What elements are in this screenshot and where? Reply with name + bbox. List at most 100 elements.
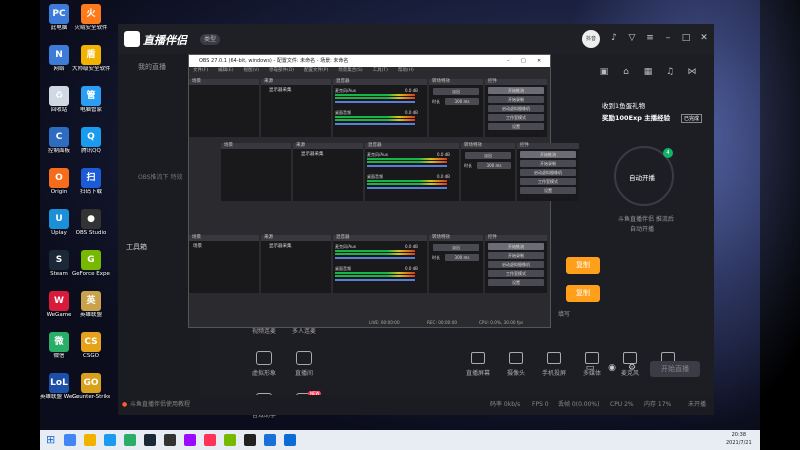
duration-input[interactable]: 300 ms	[445, 98, 479, 105]
obs-control-button[interactable]: 工作室模式	[488, 114, 544, 121]
obs-db-value: 0.0 dB	[437, 152, 450, 157]
obs-menu-item[interactable]: 配置文件(P)	[304, 68, 328, 73]
obs-menu-item[interactable]: 停靠部件(D)	[269, 68, 294, 73]
obs-menu-item[interactable]: 编辑(E)	[218, 68, 233, 73]
obs-close-icon[interactable]: ✕	[537, 55, 541, 67]
desktop-icon[interactable]: GGeForce Experience	[72, 250, 110, 277]
close-icon[interactable]: ✕	[698, 32, 710, 44]
obs-db-value: 0.0 dB	[405, 266, 418, 271]
obs-control-button[interactable]: 设置	[488, 123, 544, 130]
minimize-icon[interactable]: –	[662, 32, 674, 44]
desktop-icon[interactable]: 火火绒安全软件	[72, 4, 110, 31]
obs-maximize-icon[interactable]: □	[521, 55, 526, 67]
obs-status-bar: LIVE: 00:00:00 REC: 00:00:00 CPU: 0.0%, …	[189, 318, 550, 327]
share-icon[interactable]: ⋈	[686, 66, 698, 78]
obs-dock-panel: 来源 显示器采集	[293, 143, 363, 201]
obs-scene-item[interactable]: 场景	[193, 243, 202, 249]
duration-input[interactable]: 300 ms	[477, 162, 511, 169]
obs-control-button[interactable]: 工作室模式	[520, 178, 576, 185]
go-live-button[interactable]: 开始直播	[650, 361, 700, 377]
obs-control-button[interactable]: 开始推流	[488, 87, 544, 94]
windows-start-icon[interactable]: ⊞	[46, 434, 58, 446]
desktop-icon[interactable]: 盾大师级安全软件	[72, 45, 110, 72]
copy-button-2[interactable]: 复制	[566, 285, 600, 302]
volume-slider[interactable]	[335, 257, 415, 259]
my-live-tab[interactable]: 我的直播	[138, 62, 166, 72]
taskbar-app-icon[interactable]	[244, 434, 256, 446]
obs-control-button[interactable]: 设置	[488, 279, 544, 286]
desktop-icon[interactable]: GOCounter-Strike Global Off...	[72, 373, 110, 400]
volume-slider[interactable]	[335, 101, 415, 103]
source-button[interactable]: 手机投屏	[534, 352, 574, 377]
volume-slider[interactable]	[335, 123, 415, 125]
desktop-icon[interactable]: 管电脑管家	[72, 86, 110, 113]
desktop-icon[interactable]: CS CSGO	[72, 332, 110, 359]
taskbar-clock[interactable]: 20:38 2021/7/21	[726, 431, 752, 447]
pin-icon[interactable]: ▽	[626, 32, 638, 44]
volume-slider[interactable]	[367, 187, 447, 189]
source-label: 手机投屏	[541, 370, 566, 377]
notification-icon[interactable]: ♫	[664, 66, 676, 78]
taskbar-app-icon[interactable]	[264, 434, 276, 446]
taskbar-app-icon[interactable]	[84, 434, 96, 446]
tutorial-link[interactable]: 斗鱼直播伴侣使用教程	[130, 395, 190, 415]
volume-slider[interactable]	[367, 165, 447, 167]
taskbar-app-icon[interactable]	[104, 434, 116, 446]
record-icon[interactable]: ▭	[584, 362, 596, 374]
obs-control-button[interactable]: 启动虚拟摄像机	[488, 105, 544, 112]
settings-icon[interactable]: ⚙	[626, 362, 638, 374]
gift-line-2: 奖励100Exp 主播经验	[602, 114, 671, 122]
obs-control-button[interactable]: 开始推流	[520, 151, 576, 158]
avatar[interactable]: 抖音	[582, 30, 600, 48]
obs-source-item[interactable]: 显示器采集	[301, 151, 324, 157]
obs-control-button[interactable]: 启动虚拟摄像机	[488, 261, 544, 268]
taskbar-app-icon[interactable]	[124, 434, 136, 446]
menu-icon[interactable]: ≡	[644, 32, 656, 44]
transition-select[interactable]: 淡出	[465, 152, 511, 159]
obs-control-button[interactable]: 工作室模式	[488, 270, 544, 277]
taskbar-app-icon[interactable]	[164, 434, 176, 446]
obs-control-button[interactable]: 开始录制	[488, 96, 544, 103]
desktop-icon[interactable]: 扫扫码下载	[72, 168, 110, 195]
obs-control-button[interactable]: 开始录制	[488, 252, 544, 259]
app-icon: 火	[81, 4, 101, 24]
obs-control-button[interactable]: 开始推流	[488, 243, 544, 250]
step-dot-4: 4	[663, 148, 673, 158]
obs-control-button[interactable]: 启动虚拟摄像机	[520, 169, 576, 176]
desktop-icon[interactable]: Q 腾讯QQ	[72, 127, 110, 154]
taskbar-app-icon[interactable]	[144, 434, 156, 446]
obs-source-item[interactable]: 显示器采集	[269, 243, 292, 249]
obs-cpu: CPU: 0.0%, 30.00 fps	[479, 320, 524, 325]
duration-input[interactable]: 300 ms	[445, 254, 479, 261]
obs-menu-item[interactable]: 视图(V)	[243, 68, 259, 73]
source-button[interactable]: 直播屏幕	[458, 352, 498, 377]
obs-source-item[interactable]: 显示器采集	[269, 87, 292, 93]
obs-minimize-icon[interactable]: –	[507, 55, 510, 67]
desktop-icon[interactable]: ● OBS Studio	[72, 209, 110, 236]
obs-menu-item[interactable]: 帮助(H)	[398, 68, 414, 73]
taskbar-app-icon[interactable]	[184, 434, 196, 446]
obs-control-button[interactable]: 设置	[520, 187, 576, 194]
taskbar-app-icon[interactable]	[284, 434, 296, 446]
gift-icon[interactable]: ▣	[598, 66, 610, 78]
obs-menu-item[interactable]: 工具(T)	[373, 68, 388, 73]
bell-icon[interactable]: ♪	[608, 32, 620, 44]
transition-select[interactable]: 淡出	[433, 244, 479, 251]
desktop-icon[interactable]: 英英雄联盟	[72, 291, 110, 318]
taskbar-app-icon[interactable]	[224, 434, 236, 446]
volume-slider[interactable]	[335, 279, 415, 281]
zb-type-badge[interactable]: 类型	[200, 34, 221, 45]
lock-icon[interactable]: ⌂	[620, 66, 632, 78]
eye-icon[interactable]: ◉	[606, 362, 618, 374]
copy-button-1[interactable]: 复制	[566, 257, 600, 274]
taskbar-app-icon[interactable]	[204, 434, 216, 446]
grid-icon[interactable]: ▦	[642, 66, 654, 78]
transition-select[interactable]: 淡出	[433, 88, 479, 95]
taskbar-app-icon[interactable]	[64, 434, 76, 446]
obs-title: OBS 27.0.1 (64-bit, windows) - 配置文件: 未命名…	[199, 58, 349, 64]
obs-control-button[interactable]: 开始录制	[520, 160, 576, 167]
maximize-icon[interactable]: □	[680, 32, 692, 44]
obs-menu-item[interactable]: 文件(F)	[193, 68, 208, 73]
source-button[interactable]: 摄像头	[496, 352, 536, 377]
obs-menu-item[interactable]: 场景集合(S)	[338, 68, 362, 73]
